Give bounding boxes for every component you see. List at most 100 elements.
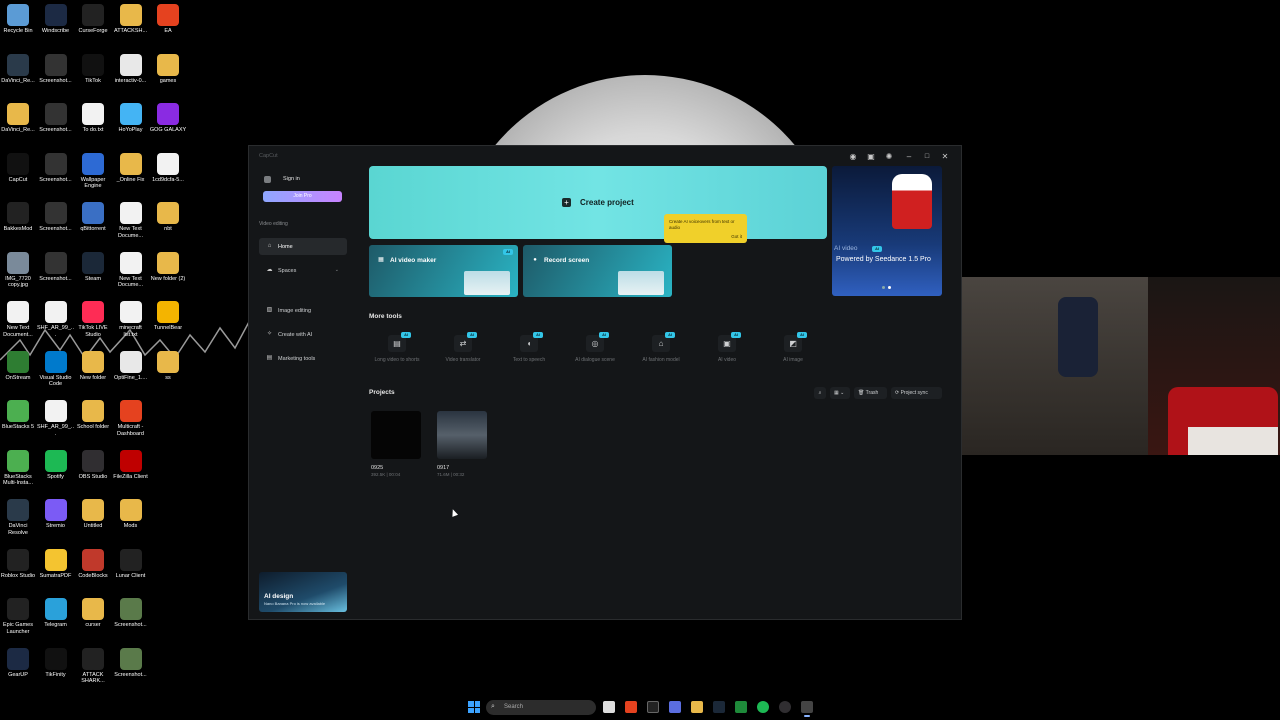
project-sync-button[interactable]: ⟳ Project sync — [891, 387, 942, 399]
project-card[interactable]: 0917 71.6M | 00:32 — [437, 411, 487, 477]
taskbar-search[interactable]: ⌕ Search — [486, 700, 596, 715]
desktop-icon[interactable]: Visual Studio Code — [37, 350, 75, 388]
desktop-icon[interactable]: nbt — [149, 202, 187, 233]
obs-icon[interactable] — [779, 701, 791, 713]
desktop-icon[interactable]: Untitled — [74, 499, 112, 530]
desktop-icon[interactable]: Wallpaper Engine — [74, 152, 112, 190]
sidebar-item-create-with-ai[interactable]: ✧ Create with AI — [259, 326, 347, 343]
desktop-icon[interactable]: OptiFine_1.... — [112, 350, 150, 382]
layout-icon[interactable]: ▣ — [866, 152, 876, 162]
desktop-icon[interactable]: DaVinci Resolve — [0, 499, 37, 536]
desktop-icon[interactable]: GOG GALAXY — [149, 103, 187, 134]
desktop-icon[interactable]: CapCut — [0, 152, 37, 184]
desktop-icon[interactable]: BlueStacks Multi-Insta... — [0, 449, 37, 487]
join-pro-button[interactable]: Join Pro — [263, 191, 342, 202]
settings-icon[interactable]: ✺ — [884, 152, 894, 162]
desktop-icon[interactable]: ATTACK SHARK... — [74, 647, 112, 685]
desktop-icon[interactable]: CodeBlocks — [74, 548, 112, 580]
tool-speech[interactable]: ◖ AI Text to speech — [499, 332, 559, 372]
desktop-icon[interactable]: qBittorrent — [74, 202, 112, 233]
sidebar-item-marketing-tools[interactable]: ▤ Marketing tools — [259, 350, 347, 367]
desktop-icon[interactable]: Epic Games Launcher — [0, 598, 37, 635]
desktop-icon[interactable]: Telegram — [37, 598, 75, 629]
sidebar-item-home[interactable]: ⌂ Home — [259, 238, 347, 255]
sign-in-button[interactable]: Sign in — [259, 172, 347, 186]
desktop-icon[interactable]: New Text Docume... — [112, 202, 150, 239]
desktop-icon[interactable]: To do.txt — [74, 103, 112, 134]
desktop-icon[interactable]: OnStream — [0, 350, 37, 382]
desktop-icon[interactable]: New Text Docume... — [112, 251, 150, 289]
desktop-icon[interactable]: Screenshot... — [37, 202, 75, 233]
sidebar-item-spaces[interactable]: ☁ Spaces ⌄ — [259, 262, 347, 279]
project-search-button[interactable]: ⌕ — [814, 387, 826, 399]
desktop-icon[interactable]: Stremio — [37, 499, 75, 530]
desktop-icon[interactable]: Windscribe — [37, 4, 75, 35]
close-icon[interactable]: ✕ — [940, 152, 950, 162]
desktop-icon[interactable]: TikTok — [74, 53, 112, 85]
desktop-icon[interactable]: FileZilla Client — [112, 449, 150, 481]
desktop-icon[interactable]: TikFinity — [37, 647, 75, 679]
desktop-icon[interactable]: interactiv-0... — [112, 53, 150, 85]
capcut-taskbar-icon[interactable] — [801, 701, 813, 717]
file-explorer-icon[interactable] — [691, 701, 703, 713]
carousel-dot[interactable] — [882, 286, 885, 289]
desktop-icon[interactable]: _Online Fix — [112, 152, 150, 184]
desktop-icon[interactable]: Screenshot... — [37, 103, 75, 134]
ai-design-banner[interactable]: AI design Nano Banana Pro is now availab… — [259, 572, 347, 612]
desktop-icon[interactable]: EA — [149, 4, 187, 35]
desktop-icon[interactable]: OBS Studio — [74, 449, 112, 481]
title-bar[interactable]: CapCut ◉ ▣ ✺ – □ ✕ — [249, 146, 961, 168]
desktop-icon[interactable]: New folder — [74, 350, 112, 382]
desktop-icon[interactable]: Lunar Client — [112, 548, 150, 580]
project-thumbnail[interactable] — [371, 411, 421, 459]
desktop-icon[interactable]: Screenshot... — [37, 53, 75, 85]
desktop-icon[interactable]: BlueStacks 5 — [0, 400, 37, 431]
desktop-icon[interactable]: DaVinci_Re... — [0, 53, 37, 85]
desktop-icon[interactable]: Screenshot... — [112, 598, 150, 629]
desktop-icon[interactable]: Recycle Bin — [0, 4, 37, 35]
epic-games-icon[interactable] — [647, 701, 659, 713]
desktop-icon[interactable]: Spotify — [37, 449, 75, 481]
desktop-icon[interactable]: TikTok LIVE Studio — [74, 301, 112, 338]
tool-translate[interactable]: ⇄ AI Video translator — [433, 332, 493, 372]
desktop-icon[interactable]: Multicraft - Dashboard — [112, 400, 150, 437]
trash-button[interactable]: 🗑 Trash — [854, 387, 887, 399]
create-project-button[interactable]: + Create project — [369, 166, 827, 239]
desktop-icon[interactable]: DaVinci_Re... — [0, 103, 37, 134]
desktop-icon[interactable]: Screenshot... — [37, 251, 75, 283]
desktop-icon[interactable]: BakkesMod — [0, 202, 37, 233]
tool-film[interactable]: ▤ AI Long video to shorts — [367, 332, 427, 372]
desktop-icon[interactable]: SHF_AR_99_... — [37, 400, 75, 437]
tool-dialogue[interactable]: ◎ AI AI dialogue scene — [565, 332, 625, 372]
desktop-icon[interactable]: Screenshot... — [37, 152, 75, 184]
desktop-icon[interactable]: curser — [74, 598, 112, 629]
tool-shirt[interactable]: ⌂ AI AI fashion model — [631, 332, 691, 372]
desktop-icon[interactable]: 1cd9dcfa-5... — [149, 152, 187, 184]
desktop-icon[interactable]: games — [149, 53, 187, 85]
desktop-icon[interactable]: Mods — [112, 499, 150, 530]
start-button[interactable] — [468, 701, 480, 713]
maximize-icon[interactable]: □ — [922, 152, 932, 162]
desktop-icon[interactable]: Screenshot... — [112, 647, 150, 679]
desktop-icon[interactable]: ss — [149, 350, 187, 382]
carousel-dot-active[interactable] — [888, 286, 891, 289]
desktop-icon[interactable]: New Text Document... — [0, 301, 37, 338]
excel-icon[interactable] — [735, 701, 747, 713]
desktop-icon[interactable]: Roblox Studio — [0, 548, 37, 580]
desktop-icon[interactable]: TunnelBear — [149, 301, 187, 332]
sidebar-item-image-editing[interactable]: ▧ Image editing — [259, 302, 347, 319]
desktop-icon[interactable]: School folder — [74, 400, 112, 431]
view-toggle-button[interactable]: ▦ ⌄ — [830, 387, 850, 399]
desktop-icon[interactable]: ATTACKSH... — [112, 4, 150, 35]
desktop-icon[interactable]: minecraft list.txt — [112, 301, 150, 338]
desktop-icon[interactable]: GearUP — [0, 647, 37, 679]
desktop-icon[interactable]: HoYoPlay — [112, 103, 150, 134]
feedback-icon[interactable]: ◉ — [848, 152, 858, 162]
desktop-icon[interactable]: CurseForge — [74, 4, 112, 35]
brave-icon[interactable] — [625, 701, 637, 713]
desktop-icon[interactable]: Steam — [74, 251, 112, 283]
project-card[interactable]: 0925 392.5K | 00:04 — [371, 411, 421, 477]
steam-icon[interactable] — [713, 701, 725, 713]
minimize-icon[interactable]: – — [904, 152, 914, 162]
ai-video-maker-tile[interactable]: ▦ AI video maker AI — [369, 245, 518, 297]
